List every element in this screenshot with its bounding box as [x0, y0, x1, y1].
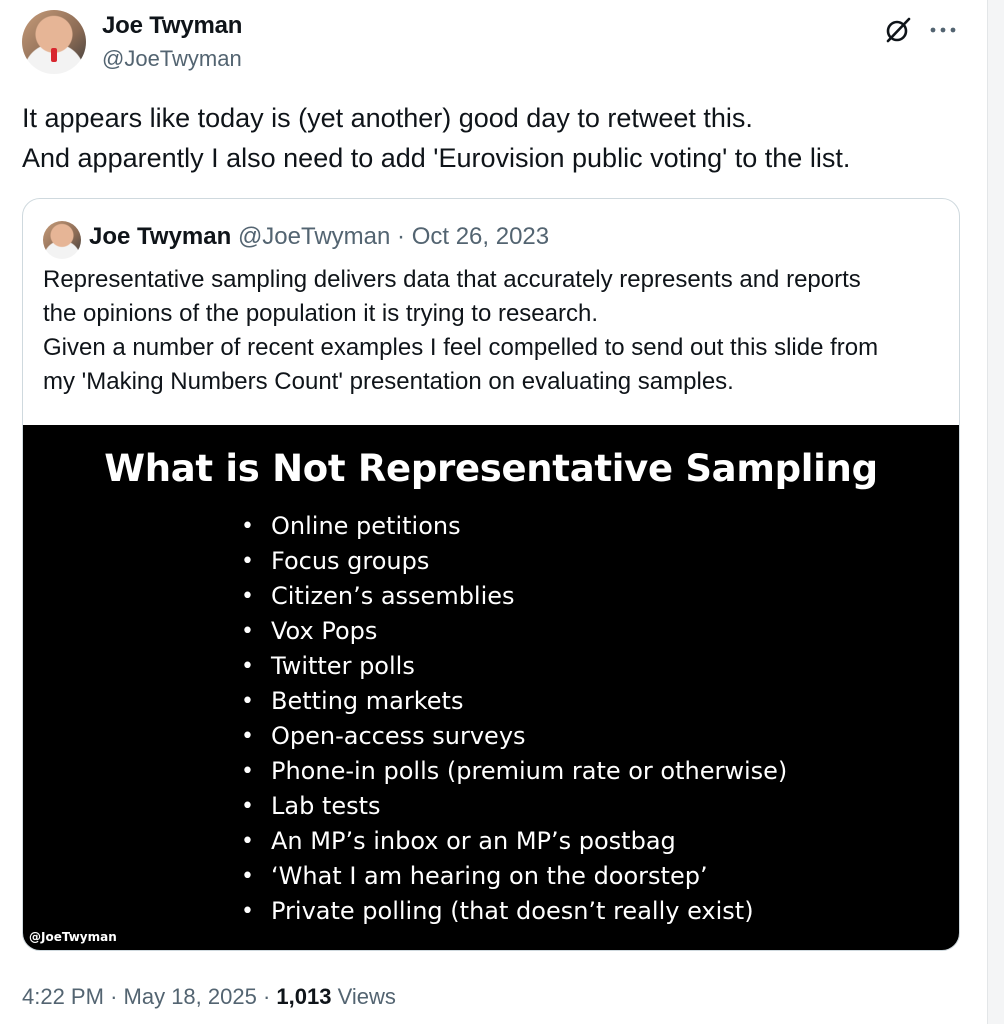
more-icon[interactable]: [928, 20, 958, 40]
tweet-line: And apparently I also need to add 'Eurov…: [22, 143, 851, 173]
avatar[interactable]: [22, 10, 86, 74]
quoted-author-name: Joe Twyman: [89, 223, 232, 250]
quoted-text: Representative sampling delivers data th…: [43, 263, 943, 399]
post-time[interactable]: 4:22 PM: [22, 984, 104, 1009]
slide-list-item: Phone-in polls (premium rate or otherwis…: [241, 754, 787, 789]
slide-list-item: Lab tests: [241, 789, 787, 824]
footer-separator: ·: [110, 984, 118, 1009]
slide-image[interactable]: What is Not Representative Sampling Onli…: [23, 425, 959, 950]
quoted-separator: ·: [397, 223, 406, 250]
window-edge: [987, 0, 1004, 1024]
quoted-line: the opinions of the population it is try…: [43, 300, 598, 327]
quoted-line: my 'Making Numbers Count' presentation o…: [43, 368, 734, 395]
slide-list: Online petitions Focus groups Citizen’s …: [241, 509, 787, 929]
slide-title: What is Not Representative Sampling: [104, 447, 878, 490]
slide-list-item: Private polling (that doesn’t really exi…: [241, 894, 787, 929]
quoted-avatar: [43, 221, 81, 259]
slide-list-item: ‘What I am hearing on the doorstep’: [241, 859, 787, 894]
tweet-footer: 4:22 PM · May 18, 2025 · 1,013 Views: [22, 984, 396, 1010]
slide-list-item: Betting markets: [241, 684, 787, 719]
slide-list-item: Open-access surveys: [241, 719, 787, 754]
post-date[interactable]: May 18, 2025: [124, 984, 257, 1009]
quoted-author-handle: @JoeTwyman: [237, 223, 391, 250]
slide-list-item: Focus groups: [241, 544, 787, 579]
views-count: 1,013: [276, 984, 332, 1009]
slide-watermark: @JoeTwyman: [29, 930, 117, 944]
tweet-text: It appears like today is (yet another) g…: [22, 98, 962, 178]
slide-list-item: An MP’s inbox or an MP’s postbag: [241, 824, 787, 859]
slide-list-item: Twitter polls: [241, 649, 787, 684]
tweet-line: It appears like today is (yet another) g…: [22, 103, 753, 133]
quoted-date: Oct 26, 2023: [411, 223, 550, 250]
quoted-line: Given a number of recent examples I feel…: [43, 334, 879, 361]
author-handle[interactable]: @JoeTwyman: [102, 46, 242, 72]
slide-list-item: Vox Pops: [241, 614, 787, 649]
quoted-tweet[interactable]: Joe Twyman @JoeTwyman · Oct 26, 2023 Rep…: [22, 198, 960, 951]
views-label: Views: [337, 984, 396, 1009]
quoted-meta: Joe Twyman @JoeTwyman · Oct 26, 2023: [89, 223, 549, 251]
author-name[interactable]: Joe Twyman: [102, 12, 242, 40]
footer-separator: ·: [262, 984, 271, 1009]
slide-list-item: Online petitions: [241, 509, 787, 544]
quoted-line: Representative sampling delivers data th…: [43, 266, 861, 293]
grok-icon[interactable]: [884, 16, 912, 44]
slide-list-item: Citizen’s assemblies: [241, 579, 787, 614]
tweet-header: Joe Twyman @JoeTwyman: [22, 10, 972, 76]
